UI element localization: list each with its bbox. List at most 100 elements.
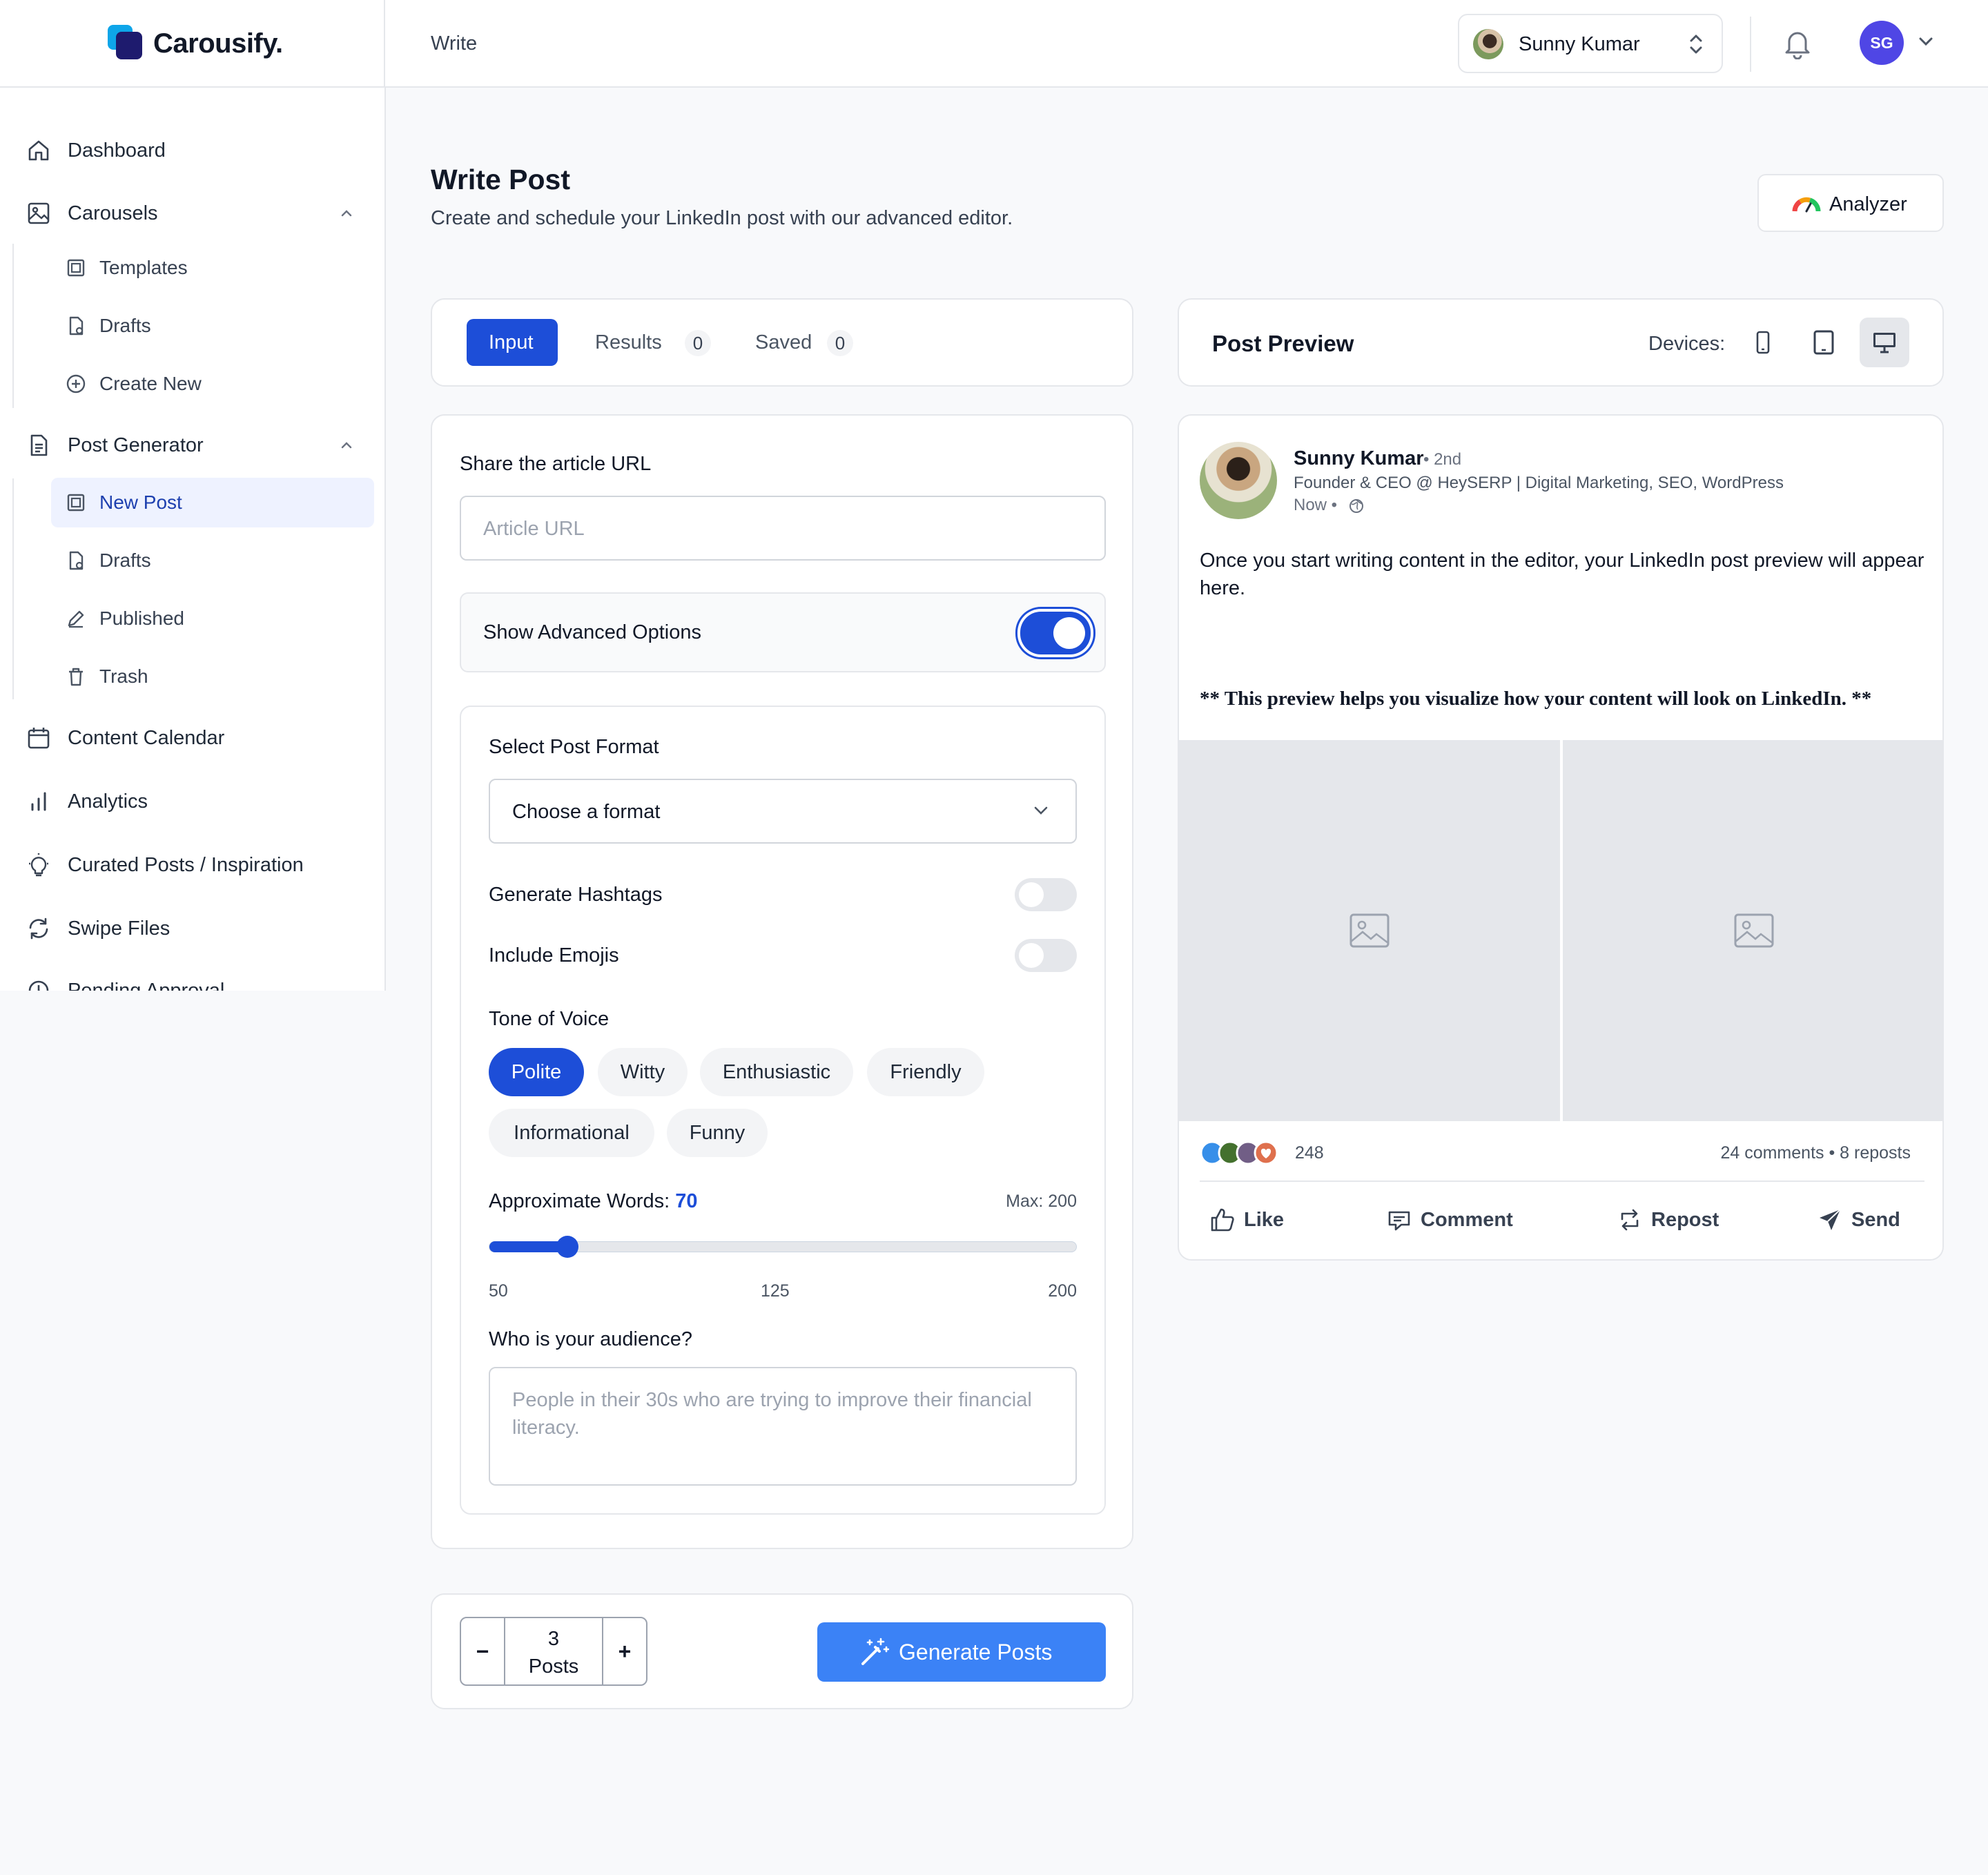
comment-button[interactable]: Comment: [1386, 1200, 1524, 1241]
send-button[interactable]: Send: [1817, 1200, 1920, 1241]
post-format-label: Select Post Format: [489, 736, 659, 758]
image-placeholder: [1563, 740, 1942, 1121]
sidebar-item-post-drafts[interactable]: Drafts: [51, 536, 374, 585]
chevron-up-icon[interactable]: [338, 437, 355, 454]
analyzer-label: Analyzer: [1829, 193, 1907, 215]
post-format-select[interactable]: Choose a format: [489, 779, 1077, 844]
sidebar-item-new-post[interactable]: New Post: [51, 478, 374, 527]
approximate-words-label: Approximate Words: 70: [489, 1189, 698, 1214]
calendar-icon: [28, 728, 50, 749]
increment-button[interactable]: +: [602, 1618, 646, 1684]
reactions-icon: [1200, 1140, 1278, 1165]
sidebar-item-published[interactable]: Published: [51, 594, 374, 643]
tone-informational-pill[interactable]: Informational: [489, 1109, 654, 1157]
slider-thumb[interactable]: [556, 1236, 579, 1258]
tabs-card: Input Results 0 Saved 0: [431, 298, 1133, 387]
sidebar-item-carousel-drafts[interactable]: Drafts: [51, 301, 374, 351]
page-title: Write Post: [431, 164, 570, 195]
sidebar-item-label: Post Generator: [68, 434, 204, 456]
sidebar-item-label: Trash: [99, 666, 148, 687]
emojis-label: Include Emojis: [489, 944, 619, 966]
account-switcher[interactable]: Sunny Kumar: [1458, 14, 1723, 73]
article-url-placeholder: Article URL: [483, 518, 585, 540]
sidebar-item-curated-posts[interactable]: Curated Posts / Inspiration: [0, 843, 384, 887]
saved-count-badge: 0: [827, 330, 853, 356]
tone-of-voice-label: Tone of Voice: [489, 1008, 610, 1030]
author-name[interactable]: Sunny Kumar: [1294, 446, 1424, 471]
tab-label: Saved: [755, 331, 812, 353]
tone-polite-pill[interactable]: Polite: [489, 1048, 584, 1096]
chevron-down-icon[interactable]: [1918, 36, 1934, 47]
brand-name[interactable]: Carousify.: [153, 25, 283, 62]
audience-textarea[interactable]: People in their 30s who are trying to im…: [489, 1367, 1077, 1486]
sidebar-item-label: Drafts: [99, 550, 151, 571]
toggle-knob: [1019, 943, 1044, 968]
bell-icon[interactable]: [1784, 28, 1811, 59]
submenu-rail: [12, 478, 14, 699]
comments-reposts-stats: 24 comments • 8 reposts: [1720, 1143, 1911, 1163]
generate-posts-button[interactable]: Generate Posts: [817, 1622, 1106, 1682]
sidebar-item-label: Drafts: [99, 315, 151, 336]
plus-circle-icon: [66, 374, 86, 394]
sidebar-item-label: Create New: [99, 373, 202, 394]
post-count-value: 3: [547, 1628, 560, 1650]
bar-chart-icon: [31, 792, 46, 811]
sidebar-item-pending-approval[interactable]: Pending Approval: [0, 969, 384, 991]
draft-icon: [69, 551, 84, 570]
refresh-icon: [29, 917, 48, 940]
sidebar-item-swipe-files[interactable]: Swipe Files: [0, 906, 384, 951]
sidebar-item-label: Analytics: [68, 790, 148, 813]
tone-friendly-pill[interactable]: Friendly: [867, 1048, 984, 1096]
slider-tick-max: 200: [1048, 1281, 1077, 1301]
document-icon: [30, 434, 48, 456]
sidebar-item-trash[interactable]: Trash: [51, 652, 374, 701]
sidebar-item-create-new[interactable]: Create New: [51, 359, 374, 409]
tab-label: Results: [595, 331, 662, 353]
decrement-button[interactable]: −: [461, 1618, 505, 1684]
author-headline: Founder & CEO @ HeySERP | Digital Market…: [1294, 474, 1784, 492]
device-tablet-button[interactable]: [1799, 318, 1849, 367]
tone-witty-pill[interactable]: Witty: [598, 1048, 688, 1096]
emojis-toggle[interactable]: [1015, 939, 1077, 972]
sidebar-item-analytics[interactable]: Analytics: [0, 779, 384, 824]
device-desktop-button[interactable]: [1860, 318, 1909, 367]
sidebar-item-templates[interactable]: Templates: [51, 243, 374, 293]
comment-icon: [1388, 1211, 1410, 1231]
sidebar-item-label: Carousels: [68, 202, 158, 224]
thumbs-up-icon: [1211, 1208, 1234, 1232]
device-mobile-button[interactable]: [1738, 318, 1788, 367]
sidebar-item-label: Templates: [99, 257, 188, 278]
analyzer-button[interactable]: Analyzer: [1757, 174, 1944, 232]
desktop-icon: [1873, 333, 1896, 353]
devices-label: Devices:: [1648, 333, 1726, 355]
article-url-label: Share the article URL: [460, 453, 652, 475]
approximate-words-text: Approximate Words:: [489, 1190, 670, 1212]
sidebar-item-carousels[interactable]: Carousels: [0, 191, 384, 235]
slider-fill: [489, 1241, 568, 1252]
generate-card: − 3 Posts + Generate Posts: [431, 1593, 1133, 1709]
like-button[interactable]: Like: [1209, 1200, 1299, 1241]
post-body-text: Once you start writing content in the ed…: [1200, 550, 1924, 599]
slider-tick-mid: 125: [761, 1281, 790, 1301]
header-divider: [1750, 17, 1751, 72]
tone-funny-pill[interactable]: Funny: [667, 1109, 768, 1157]
connection-degree: • 2nd: [1423, 450, 1462, 469]
tab-input[interactable]: Input: [467, 319, 558, 366]
user-avatar[interactable]: SG: [1860, 21, 1904, 65]
chevron-up-icon[interactable]: [338, 205, 355, 222]
sidebar-item-post-generator[interactable]: Post Generator: [0, 423, 384, 467]
advanced-options-toggle[interactable]: [1020, 612, 1091, 654]
image-placeholder: [1179, 740, 1560, 1121]
sidebar-item-dashboard[interactable]: Dashboard: [0, 128, 384, 173]
hashtags-toggle[interactable]: [1015, 878, 1077, 911]
repost-button[interactable]: Repost: [1617, 1200, 1741, 1241]
tab-results[interactable]: Results 0: [574, 319, 717, 366]
tab-saved[interactable]: Saved 0: [734, 319, 866, 366]
article-url-input[interactable]: Article URL: [460, 496, 1106, 561]
tone-enthusiastic-pill[interactable]: Enthusiastic: [700, 1048, 853, 1096]
clock-icon: [28, 980, 49, 991]
sidebar-item-content-calendar[interactable]: Content Calendar: [0, 716, 384, 760]
word-count-slider[interactable]: [489, 1236, 1077, 1258]
results-count-badge: 0: [685, 330, 711, 356]
post-preview-title: Post Preview: [1212, 331, 1354, 356]
